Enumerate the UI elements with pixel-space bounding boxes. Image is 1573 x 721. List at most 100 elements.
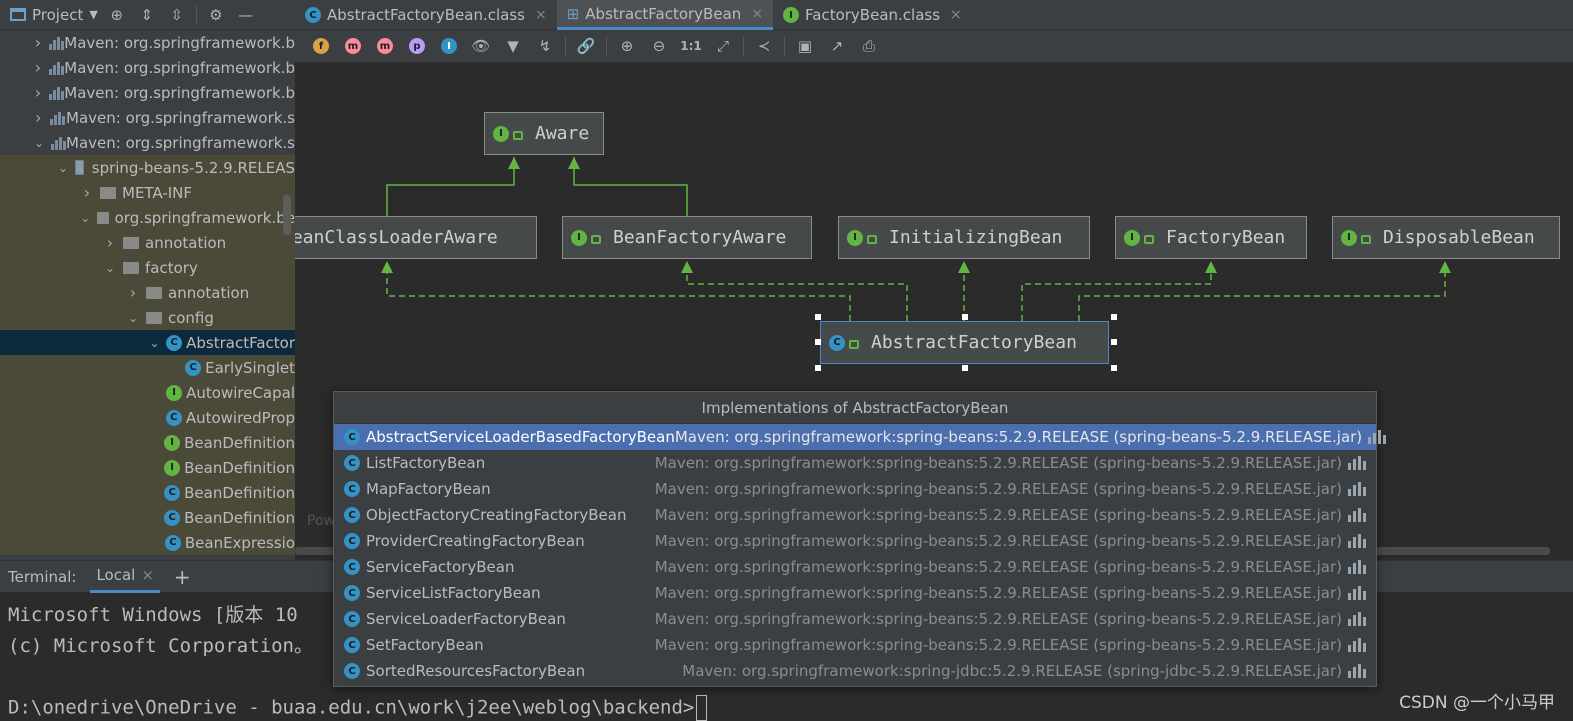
filter-p-icon[interactable]: p <box>401 34 433 58</box>
tree-item[interactable]: › annotation <box>0 280 295 305</box>
locate-icon[interactable]: ⊕ <box>106 6 128 24</box>
implementation-location: Maven: org.springframework:spring-beans:… <box>674 428 1363 446</box>
save-icon[interactable]: ▣ <box>789 34 821 58</box>
node-bean-factory-aware[interactable]: I BeanFactoryAware <box>562 216 812 259</box>
tree-item[interactable]: C BeanDefinition <box>0 480 295 505</box>
implementation-row[interactable]: C ProviderCreatingFactoryBean Maven: org.s… <box>334 528 1376 554</box>
node-bean-class-loader-aware[interactable]: BeanClassLoaderAware <box>295 216 537 259</box>
implementation-row[interactable]: C MapFactoryBean Maven: org.springframewor… <box>334 476 1376 502</box>
tree-item[interactable]: › annotation <box>0 230 295 255</box>
chevron-icon[interactable]: › <box>126 283 140 302</box>
selection-handle[interactable] <box>815 339 821 345</box>
project-view-selector[interactable]: Project ▼ <box>10 6 98 24</box>
zoom-out-icon[interactable]: ⊖ <box>643 34 675 58</box>
filter-f-icon[interactable]: f <box>305 34 337 58</box>
close-icon[interactable]: × <box>950 7 962 23</box>
close-icon[interactable]: × <box>141 566 154 584</box>
tree-item[interactable]: ⌄ Maven: org.springframework.s <box>0 130 295 155</box>
implementation-row[interactable]: C SetFactoryBean Maven: org.springframewor… <box>334 632 1376 658</box>
watermark: CSDN @一个小马甲 <box>1399 693 1555 713</box>
tree-item[interactable]: ⌄ C AbstractFactor <box>0 330 295 355</box>
filter-m-icon[interactable]: m <box>369 34 401 58</box>
chevron-icon[interactable]: › <box>34 108 43 127</box>
chevron-icon[interactable]: ⌄ <box>126 311 140 325</box>
tree-item[interactable]: › META-INF <box>0 180 295 205</box>
implementation-row[interactable]: C SortedResourcesFactoryBean Maven: org.sp… <box>334 658 1376 684</box>
tree-scrollbar[interactable] <box>283 195 291 235</box>
tree-item[interactable]: I BeanDefinition <box>0 430 295 455</box>
gear-icon[interactable]: ⚙ <box>205 6 227 24</box>
tree-item[interactable]: ⌄ org.springframework.be <box>0 205 295 230</box>
tree-item-label: AutowiredProp <box>185 408 295 427</box>
route-icon[interactable]: ↯ <box>529 34 561 58</box>
close-icon[interactable]: × <box>535 7 547 23</box>
tree-item[interactable]: I AutowireCapal <box>0 380 295 405</box>
implementation-row[interactable]: C ServiceFactoryBean Maven: org.springfram… <box>334 554 1376 580</box>
tab-label: AbstractFactoryBean.class <box>327 6 525 24</box>
layout-icon[interactable]: ≺ <box>748 34 780 58</box>
selection-handle[interactable] <box>1111 339 1117 345</box>
tree-item[interactable]: ⌄ factory <box>0 255 295 280</box>
implementation-row[interactable]: C ServiceLoaderFactoryBean Maven: org.spri… <box>334 606 1376 632</box>
tree-item[interactable]: › Maven: org.springframework.s <box>0 105 295 130</box>
editor-tab[interactable]: I FactoryBean.class × <box>773 0 972 30</box>
chevron-icon[interactable]: ⌄ <box>149 336 160 350</box>
editor-tab[interactable]: ⊞ AbstractFactoryBean × <box>556 0 774 30</box>
chevron-icon[interactable]: ⌄ <box>103 261 117 275</box>
filter-icon[interactable]: ▼ <box>497 34 529 58</box>
selection-handle[interactable] <box>815 365 821 371</box>
selection-handle[interactable] <box>815 314 821 320</box>
export-icon[interactable]: ↗ <box>821 34 853 58</box>
implementation-row[interactable]: C AbstractServiceLoaderBasedFactoryBean Ma… <box>334 424 1387 450</box>
close-icon[interactable]: × <box>751 6 763 22</box>
tree-item[interactable]: C EarlySinglet <box>0 355 295 380</box>
chevron-icon[interactable]: › <box>34 58 42 77</box>
filter-m-icon[interactable]: m <box>337 34 369 58</box>
node-aware[interactable]: I Aware <box>484 112 604 155</box>
chevron-icon[interactable]: › <box>34 83 42 102</box>
minimize-icon[interactable]: — <box>235 6 257 24</box>
tree-item[interactable]: C BeanDefinition <box>0 505 295 530</box>
class-icon: C <box>165 409 182 426</box>
editor-tab[interactable]: C AbstractFactoryBean.class × <box>295 0 557 30</box>
tree-item[interactable]: › Maven: org.springframework.b <box>0 80 295 105</box>
zoom-in-icon[interactable]: ⊕ <box>611 34 643 58</box>
terminal-prompt-line[interactable]: D:\onedrive\OneDrive - buaa.edu.cn\work\… <box>8 695 708 721</box>
selection-handle[interactable] <box>1111 365 1117 371</box>
selection-handle[interactable] <box>1111 314 1117 320</box>
filter-I-icon[interactable]: I <box>433 34 465 58</box>
link-icon[interactable]: 🔗 <box>570 34 602 58</box>
tree-item[interactable]: ⌄ spring-beans-5.2.9.RELEAS <box>0 155 295 180</box>
new-terminal-icon[interactable]: + <box>174 565 191 589</box>
tree-item[interactable]: › Maven: org.springframework.b <box>0 30 295 55</box>
tree-item[interactable]: C BeanExpressio <box>0 530 295 555</box>
node-abstract-factory-bean[interactable]: C AbstractFactoryBean <box>820 321 1109 364</box>
selection-handle[interactable] <box>962 365 968 371</box>
popup-title: Implementations of AbstractFactoryBean <box>334 392 1376 424</box>
chevron-icon[interactable]: › <box>34 33 42 52</box>
implementation-row[interactable]: C ObjectFactoryCreatingFactoryBean Maven: … <box>334 502 1376 528</box>
tree-item[interactable]: C AutowiredProp <box>0 405 295 430</box>
fit-icon[interactable]: ⤢ <box>707 34 739 58</box>
terminal-tab-local[interactable]: Local × <box>90 561 160 593</box>
tree-item[interactable]: › Maven: org.springframework.b <box>0 55 295 80</box>
chevron-icon[interactable]: ⌄ <box>80 211 91 225</box>
chevron-icon[interactable]: › <box>80 183 94 202</box>
node-factory-bean[interactable]: I FactoryBean <box>1115 216 1307 259</box>
print-icon[interactable]: ⎙ <box>853 34 885 58</box>
tree-item[interactable]: I BeanDefinition <box>0 455 295 480</box>
eye-icon[interactable]: 👁 <box>465 34 497 58</box>
expand-all-icon[interactable]: ⇕ <box>136 6 158 24</box>
node-initializing-bean[interactable]: I InitializingBean <box>838 216 1090 259</box>
terminal-line: (c) Microsoft Corporation。 <box>8 635 313 657</box>
collapse-all-icon[interactable]: ⇳ <box>166 6 188 24</box>
actual-size-button[interactable]: 1:1 <box>675 34 707 58</box>
chevron-icon[interactable]: ⌄ <box>57 161 69 175</box>
implementation-row[interactable]: C ServiceListFactoryBean Maven: org.spring… <box>334 580 1376 606</box>
tree-item[interactable]: ⌄ config <box>0 305 295 330</box>
implementation-row[interactable]: C ListFactoryBean Maven: org.springframewo… <box>334 450 1376 476</box>
node-disposable-bean[interactable]: I DisposableBean <box>1332 216 1560 259</box>
chevron-icon[interactable]: ⌄ <box>34 136 44 150</box>
selection-handle[interactable] <box>962 314 968 320</box>
chevron-icon[interactable]: › <box>103 233 117 252</box>
